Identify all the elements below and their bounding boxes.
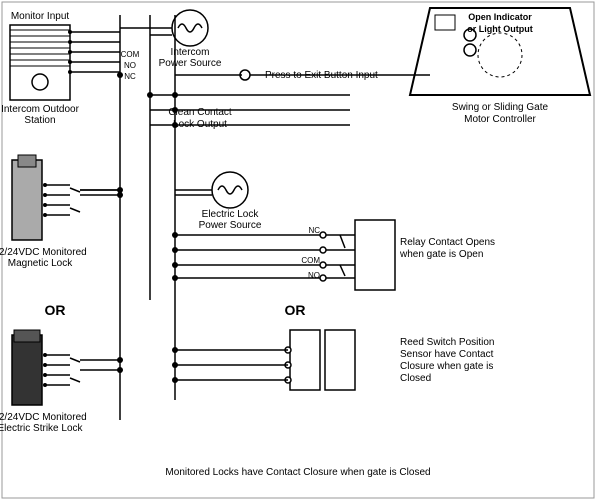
svg-text:Reed Switch Position: Reed Switch Position xyxy=(400,337,495,348)
svg-text:Magnetic Lock: Magnetic Lock xyxy=(8,258,73,269)
svg-text:Open Indicator: Open Indicator xyxy=(468,12,532,22)
svg-text:OR: OR xyxy=(45,302,66,318)
svg-text:Motor Controller: Motor Controller xyxy=(464,114,536,125)
svg-text:Power Source: Power Source xyxy=(159,58,222,69)
svg-text:or Light Output: or Light Output xyxy=(467,24,532,34)
svg-text:Intercom: Intercom xyxy=(171,47,210,58)
svg-text:Relay Contact Opens: Relay Contact Opens xyxy=(400,237,495,248)
svg-text:Closed: Closed xyxy=(400,373,431,384)
svg-text:12/24VDC Monitored: 12/24VDC Monitored xyxy=(0,412,87,423)
svg-text:Closure when gate is: Closure when gate is xyxy=(400,361,493,372)
svg-text:Clean Contact: Clean Contact xyxy=(168,107,232,118)
svg-text:Electric Strike Lock: Electric Strike Lock xyxy=(0,423,84,434)
svg-text:Intercom Outdoor: Intercom Outdoor xyxy=(1,104,79,115)
svg-text:Swing or Sliding Gate: Swing or Sliding Gate xyxy=(452,102,549,113)
svg-text:Electric Lock: Electric Lock xyxy=(202,209,260,220)
svg-text:Sensor have Contact: Sensor have Contact xyxy=(400,349,494,360)
svg-text:NO: NO xyxy=(124,61,136,70)
svg-text:NC: NC xyxy=(308,226,320,235)
svg-text:COM: COM xyxy=(121,50,140,59)
svg-text:Monitor Input: Monitor Input xyxy=(11,11,70,22)
svg-text:COM: COM xyxy=(301,256,320,265)
svg-text:Station: Station xyxy=(24,115,55,126)
svg-text:Monitored Locks have Contact C: Monitored Locks have Contact Closure whe… xyxy=(165,467,430,478)
svg-text:OR: OR xyxy=(285,302,306,318)
svg-text:when gate is Open: when gate is Open xyxy=(399,249,483,260)
svg-text:NC: NC xyxy=(124,72,136,81)
svg-text:Power Source: Power Source xyxy=(199,220,262,231)
svg-text:12/24VDC Monitored: 12/24VDC Monitored xyxy=(0,247,87,258)
wiring-diagram: Monitor Input Intercom Outdoor Station I… xyxy=(0,0,596,500)
